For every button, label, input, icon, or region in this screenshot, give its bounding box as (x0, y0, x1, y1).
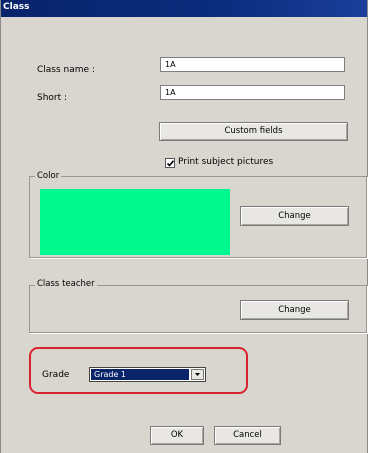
color-group-label: Color (35, 171, 62, 181)
class-name-field[interactable]: 1A (160, 57, 345, 72)
ok-button[interactable]: OK (150, 426, 204, 445)
teacher-change-button[interactable]: Change (240, 300, 349, 320)
class-name-label: Class name : (37, 65, 95, 75)
cancel-button[interactable]: Cancel (214, 426, 281, 445)
print-pictures-checkbox[interactable] (165, 158, 175, 168)
color-change-button[interactable]: Change (240, 206, 349, 226)
color-swatch (40, 189, 230, 255)
class-teacher-group-label: Class teacher (35, 279, 97, 289)
title-bar[interactable]: Class (1, 0, 367, 17)
grade-label: Grade (42, 370, 70, 380)
checkmark-icon (166, 160, 175, 167)
window-title: Class (3, 2, 30, 12)
grade-select[interactable]: Grade 1 (89, 367, 206, 382)
dropdown-arrow-icon[interactable] (191, 369, 204, 380)
short-label: Short : (37, 93, 68, 103)
print-pictures-label: Print subject pictures (178, 157, 274, 167)
short-field[interactable]: 1A (160, 85, 345, 100)
custom-fields-button[interactable]: Custom fields (159, 122, 348, 141)
class-dialog: Class Class name : 1A Short : 1A Custom … (0, 0, 368, 453)
grade-selected-value: Grade 1 (91, 369, 189, 380)
